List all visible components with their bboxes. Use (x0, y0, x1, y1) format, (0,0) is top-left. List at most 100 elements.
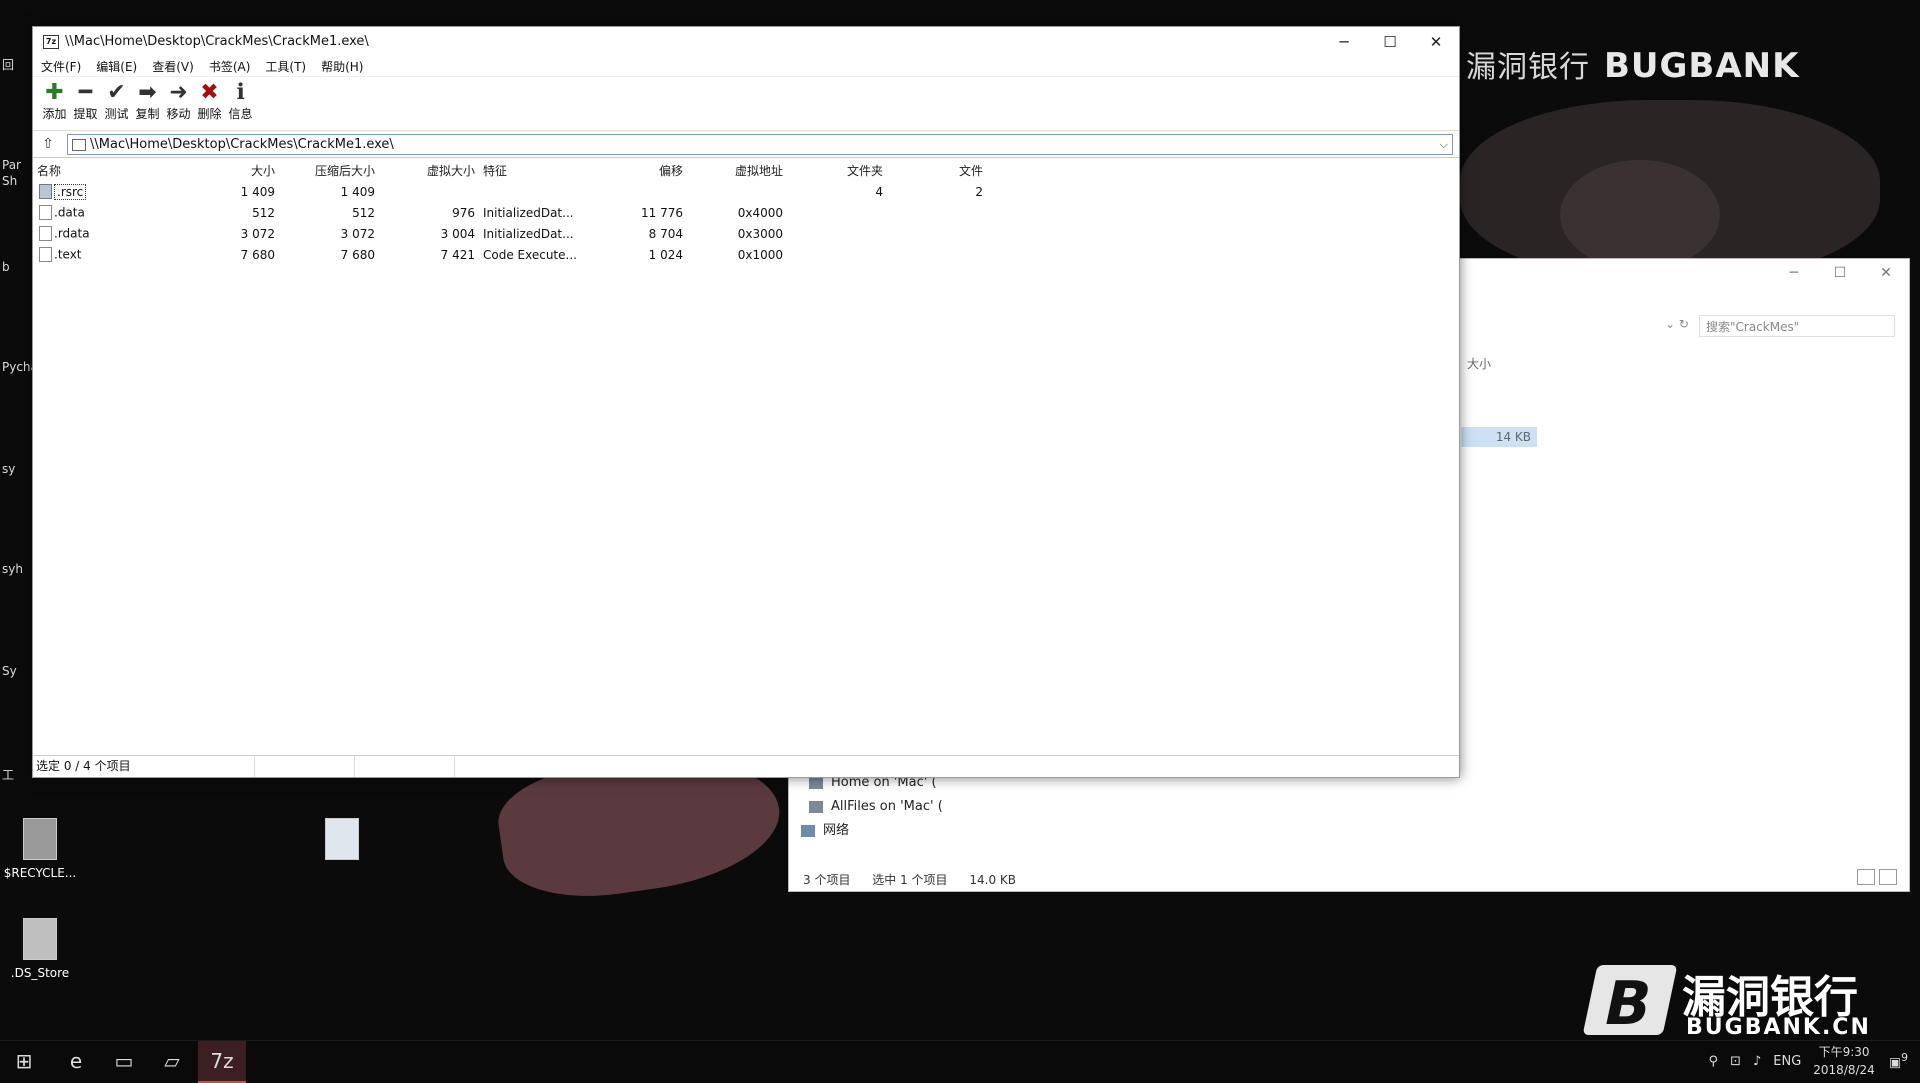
column-header-characteristics[interactable]: 特征 (479, 159, 599, 181)
maximize-button[interactable]: ☐ (1817, 259, 1863, 287)
desktop-icon-archive[interactable] (302, 818, 382, 866)
bugbank-logo-icon (1582, 965, 1678, 1035)
table-row[interactable]: .rdata 3 072 3 072 3 004 InitializedDat.… (33, 223, 987, 244)
close-button[interactable]: ✕ (1413, 27, 1459, 57)
cell-files: 2 (975, 184, 983, 199)
column-header-name[interactable]: 名称 (33, 159, 217, 181)
tool-label: 测试 (104, 107, 129, 121)
column-header-size[interactable]: 大小 (1467, 355, 1491, 372)
menu-edit[interactable]: 编辑(E) (96, 57, 137, 76)
column-header-virtual-address[interactable]: 虚拟地址 (687, 159, 787, 181)
search-input[interactable]: 搜索"CrackMes" (1699, 315, 1895, 337)
minimize-button[interactable]: ─ (1321, 27, 1367, 57)
minimize-button[interactable]: ─ (1771, 259, 1817, 287)
table-row[interactable]: .text 7 680 7 680 7 421 Code Execute... … (33, 244, 987, 265)
sevenzip-window[interactable]: 7z \\Mac\Home\Desktop\CrackMes\CrackMe1.… (32, 26, 1460, 778)
address-input[interactable]: \\Mac\Home\Desktop\CrackMes\CrackMe1.exe… (67, 134, 1453, 155)
edge-label: 回 (2, 58, 15, 72)
tree-item-label: 网络 (823, 823, 850, 838)
delete-button[interactable]: ✖ 删除 (194, 79, 225, 130)
watermark-top-en: BUGBANK (1604, 46, 1800, 86)
window-title: \\Mac\Home\Desktop\CrackMes\CrackMe1.exe… (65, 34, 369, 49)
add-button[interactable]: ✚ 添加 (39, 79, 70, 130)
desktop-icon-label: .DS_Store (10, 966, 70, 980)
network-icon[interactable]: ⊡ (1730, 1054, 1741, 1069)
network-drive-icon (809, 777, 823, 789)
column-header-virtual-size[interactable]: 虚拟大小 (379, 159, 479, 181)
file-name: .data (54, 205, 85, 220)
file-icon (39, 226, 52, 241)
info-button[interactable]: ℹ 信息 (225, 79, 256, 130)
system-tray: ⚲ ⊡ ♪ ENG 下午9:30 2018/8/24 ▣9 (1709, 1041, 1920, 1081)
close-button[interactable]: ✕ (1863, 259, 1909, 287)
cell-size: 1 409 (240, 184, 275, 199)
column-header-packed-size[interactable]: 压缩后大小 (279, 159, 379, 181)
maximize-button[interactable]: ☐ (1367, 27, 1413, 57)
search-icon[interactable]: ⚲ (1709, 1054, 1719, 1069)
column-header-size[interactable]: 大小 (217, 159, 279, 181)
cell-chars: InitializedDat... (483, 205, 574, 220)
edge-browser-icon[interactable]: e (52, 1041, 100, 1081)
edge-label: Par (2, 158, 21, 172)
language-indicator[interactable]: ENG (1773, 1054, 1801, 1069)
edge-label: Sy (2, 664, 17, 678)
file-list: 名称 大小 压缩后大小 虚拟大小 特征 偏移 虚拟地址 文件夹 文件 .rsrc… (33, 159, 987, 265)
menu-bookmarks[interactable]: 书签(A) (209, 57, 251, 76)
cell-vaddr: 0x4000 (737, 205, 783, 220)
copy-button[interactable]: ➡ 复制 (132, 79, 163, 130)
status-bar: 选定 0 / 4 个项目 (33, 755, 1459, 777)
file-explorer-icon[interactable]: ▭ (100, 1041, 148, 1081)
tree-item-allfiles[interactable]: AllFiles on 'Mac' ( (809, 795, 943, 819)
taskbar: ⊞ e ▭ ▱ 7z ⚲ ⊡ ♪ ENG 下午9:30 2018/8/24 ▣9 (0, 1040, 1920, 1083)
menu-bar: 文件(F) 编辑(E) 查看(V) 书签(A) 工具(T) 帮助(H) (33, 57, 1459, 77)
cell-files (887, 223, 987, 244)
tiles-view-icon[interactable] (1879, 869, 1897, 885)
notification-icon[interactable]: ▣9 (1889, 1051, 1908, 1070)
menu-file[interactable]: 文件(F) (41, 57, 81, 76)
clock[interactable]: 下午9:30 2018/8/24 (1813, 1043, 1875, 1079)
menu-help[interactable]: 帮助(H) (321, 57, 363, 76)
title-bar[interactable]: 7z \\Mac\Home\Desktop\CrackMes\CrackMe1.… (33, 27, 1459, 57)
table-row[interactable]: .rsrc 1 409 1 409 4 2 (33, 181, 987, 202)
column-header-files[interactable]: 文件 (887, 159, 987, 181)
column-header-folders[interactable]: 文件夹 (787, 159, 887, 181)
volume-icon[interactable]: ♪ (1753, 1054, 1761, 1069)
menu-view[interactable]: 查看(V) (152, 57, 194, 76)
move-button[interactable]: ➜ 移动 (163, 79, 194, 130)
start-button[interactable]: ⊞ (0, 1041, 48, 1081)
chevron-down-icon[interactable]: ⌵ (1440, 135, 1448, 154)
delete-icon: ✖ (200, 80, 219, 105)
column-header-offset[interactable]: 偏移 (599, 159, 687, 181)
file-icon (39, 205, 52, 220)
cell-packed: 3 072 (340, 226, 375, 241)
cell-folders (787, 244, 887, 265)
cell-vaddr (687, 181, 787, 202)
cell-files (887, 244, 987, 265)
refresh-icon[interactable]: ⌄ ↻ (1665, 317, 1689, 331)
selected-file-size: 14 KB (1461, 427, 1537, 447)
edge-label: 工 (2, 768, 15, 782)
folder-up-icon[interactable]: ⇧ (39, 135, 57, 153)
file-icon (39, 247, 52, 262)
desktop-icon-recycle[interactable]: $RECYCLE... (0, 818, 80, 880)
details-view-icon[interactable] (1857, 869, 1875, 885)
cell-vsize (379, 181, 479, 202)
test-icon: ✔ (107, 80, 126, 105)
sevenzip-taskbar-icon[interactable]: 7z (198, 1041, 246, 1083)
table-row[interactable]: .data 512 512 976 InitializedDat... 11 7… (33, 202, 987, 223)
caption-buttons: ─ ☐ ✕ (1321, 27, 1459, 57)
notepad-icon[interactable]: ▱ (148, 1041, 196, 1081)
watermark-top: 漏洞银行 BUGBANK (1466, 42, 1799, 86)
tool-label: 复制 (135, 107, 160, 121)
clock-time: 下午9:30 (1818, 1045, 1870, 1059)
explorer-caption-buttons: ─ ☐ ✕ (1771, 259, 1909, 287)
clock-date: 2018/8/24 (1813, 1063, 1875, 1077)
extract-button[interactable]: ━ 提取 (70, 79, 101, 130)
tool-label: 移动 (166, 107, 191, 121)
test-button[interactable]: ✔ 测试 (101, 79, 132, 130)
menu-tools[interactable]: 工具(T) (265, 57, 306, 76)
tree-item-network[interactable]: 网络 (801, 819, 943, 843)
desktop-icon-ds-store[interactable]: .DS_Store (0, 918, 80, 980)
archive-file-icon (325, 818, 359, 860)
cell-packed: 1 409 (340, 184, 375, 199)
